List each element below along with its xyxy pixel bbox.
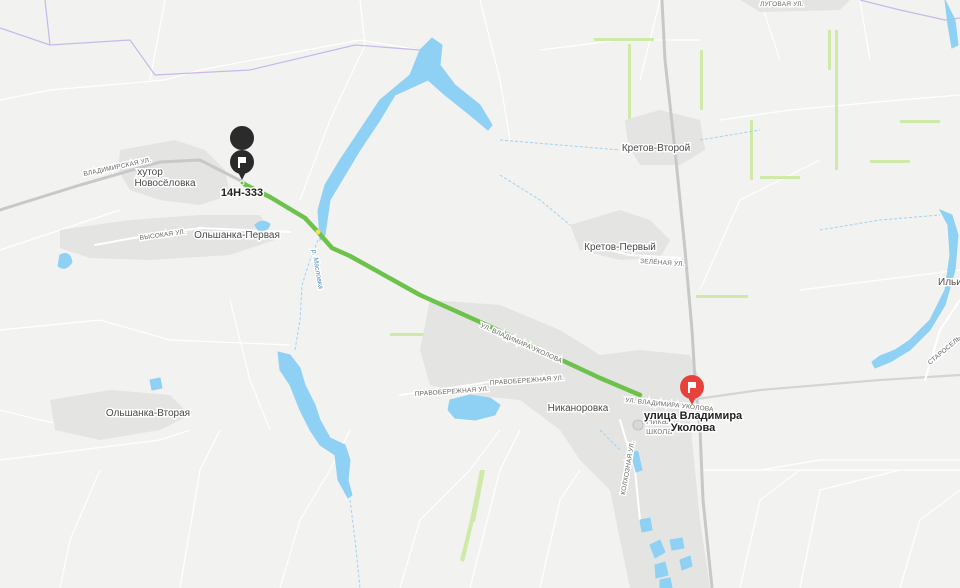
street-label-lugovaya: ЛУГОВАЯ УЛ. — [760, 1, 804, 8]
map-background — [0, 0, 960, 588]
place-label-olshanka-1: Ольшанка-Первая — [194, 230, 280, 241]
place-label-novoselovka: Новосёловка — [134, 178, 196, 189]
place-label-kretov-1: Кретов-Первый — [584, 242, 656, 253]
place-label-olshanka-2: Ольшанка-Вторая — [106, 408, 190, 419]
school-icon — [632, 419, 644, 431]
place-label-ilyin: Ильин — [938, 277, 960, 288]
school-label-line2: школа — [646, 426, 672, 436]
end-marker-label-line1: улица Владимира — [644, 410, 743, 422]
place-label-nikanorovka: Никаноровка — [548, 403, 609, 414]
end-marker-label-line2: Уколова — [671, 422, 716, 434]
place-label-kretov-2: Кретов-Второй — [622, 143, 690, 154]
start-marker-label: 14Н-333 — [221, 187, 263, 199]
map-canvas[interactable]: хутор Новосёловка Ольшанка-Первая Ольшан… — [0, 0, 960, 588]
place-label-khutor: хутор — [137, 167, 163, 178]
route-waypoint — [315, 229, 321, 235]
start-pin-icon — [230, 126, 255, 150]
